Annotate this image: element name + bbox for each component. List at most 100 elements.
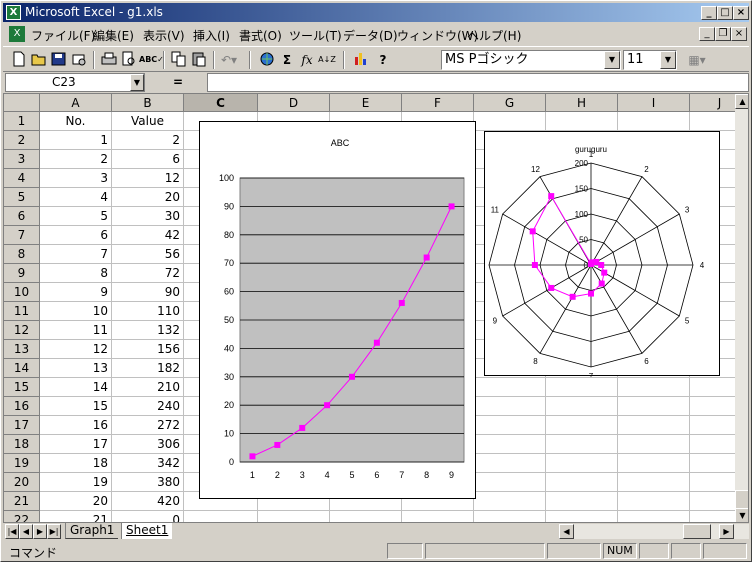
print-icon[interactable] [99,51,119,69]
scroll-left-icon[interactable]: ◀ [559,524,574,539]
cell-no[interactable]: 10 [40,302,112,321]
chevron-down-icon[interactable]: ▼ [660,51,676,69]
formula-input[interactable] [207,73,749,92]
hscroll-thumb[interactable] [683,524,711,539]
horizontal-scrollbar[interactable]: ◀ ▶ [559,524,749,539]
formula-equals[interactable]: = [153,73,203,92]
print-preview-icon[interactable] [119,51,139,69]
scroll-right-icon[interactable]: ▶ [719,524,734,539]
grid-cell[interactable] [618,112,690,131]
grid-cell[interactable] [474,378,546,397]
cell-no[interactable]: 13 [40,359,112,378]
grid-cell[interactable] [474,473,546,492]
cell-no[interactable]: 21 [40,511,112,522]
grid-cell[interactable] [474,416,546,435]
row-header[interactable]: 21 [4,492,40,511]
grid-cell[interactable] [546,511,618,522]
grid-cell[interactable] [618,397,690,416]
row-header[interactable]: 10 [4,283,40,302]
cell-value[interactable]: 342 [112,454,184,473]
cell-value[interactable]: 30 [112,207,184,226]
last-tab-icon[interactable]: ▶| [47,524,61,539]
row-header[interactable]: 12 [4,321,40,340]
prev-tab-icon[interactable]: ◀ [19,524,33,539]
autosum-icon[interactable]: Σ [277,51,297,69]
column-header-b[interactable]: B [112,94,184,112]
next-tab-icon[interactable]: ▶ [33,524,47,539]
grid-cell[interactable] [402,511,474,522]
cell-no[interactable]: 11 [40,321,112,340]
vertical-scrollbar[interactable]: ▲ ▼ [735,94,748,522]
cell-no[interactable]: 15 [40,397,112,416]
grid-cell[interactable] [546,454,618,473]
grid-cell[interactable] [618,454,690,473]
tab-sheet1[interactable]: Sheet1 [121,523,173,539]
cell-value[interactable]: 272 [112,416,184,435]
doc-minimize-button[interactable]: _ [699,27,715,41]
row-header[interactable]: 1 [4,112,40,131]
cell-no[interactable]: 4 [40,188,112,207]
column-header-g[interactable]: G [474,94,546,112]
cell-value[interactable]: 110 [112,302,184,321]
grid-cell[interactable] [330,511,402,522]
grid-cell[interactable] [474,511,546,522]
help-icon[interactable]: ? [373,51,393,69]
menu-help[interactable]: ヘルプ(H) [467,27,521,44]
column-header-i[interactable]: I [618,94,690,112]
cell-no[interactable]: 5 [40,207,112,226]
header-cell-no[interactable]: No. [40,112,112,131]
paste-icon[interactable] [189,51,209,69]
hyperlink-icon[interactable] [257,51,277,69]
menu-data[interactable]: データ(D) [343,27,398,44]
cell-no[interactable]: 16 [40,416,112,435]
workbook-icon[interactable]: X [9,26,25,42]
cell-value[interactable]: 42 [112,226,184,245]
cell-value[interactable]: 306 [112,435,184,454]
grid-cell[interactable] [184,511,258,522]
row-header[interactable]: 4 [4,169,40,188]
select-all-corner[interactable] [4,94,40,112]
function-icon[interactable]: fx [297,51,317,69]
cell-no[interactable]: 7 [40,245,112,264]
name-box[interactable]: C23 ▼ [5,73,145,92]
grid-cell[interactable] [474,435,546,454]
open-icon[interactable] [29,51,49,69]
row-header[interactable]: 20 [4,473,40,492]
header-cell-value[interactable]: Value [112,112,184,131]
grid-cell[interactable] [618,416,690,435]
permission-icon[interactable] [69,51,89,69]
row-header[interactable]: 7 [4,226,40,245]
grid-cell[interactable] [474,492,546,511]
cell-no[interactable]: 20 [40,492,112,511]
grid-cell[interactable] [618,511,690,522]
scroll-thumb[interactable] [735,490,748,510]
grid-cell[interactable] [546,416,618,435]
grid-cell[interactable] [546,397,618,416]
excel-app-icon[interactable]: X [6,5,21,20]
grid-cell[interactable] [546,378,618,397]
cell-value[interactable]: 2 [112,131,184,150]
doc-restore-button[interactable]: ❐ [715,27,731,41]
cell-value[interactable]: 420 [112,492,184,511]
cell-no[interactable]: 12 [40,340,112,359]
cell-value[interactable]: 156 [112,340,184,359]
doc-close-button[interactable]: × [731,27,747,41]
row-header[interactable]: 14 [4,359,40,378]
cell-no[interactable]: 2 [40,150,112,169]
font-size-select[interactable]: 11 ▼ [623,50,677,70]
new-icon[interactable] [9,51,29,69]
spelling-icon[interactable]: ABC✓ [139,51,164,69]
menu-format[interactable]: 書式(O) [239,27,282,44]
row-header[interactable]: 17 [4,416,40,435]
close-button[interactable]: × [733,6,749,20]
row-header[interactable]: 9 [4,264,40,283]
cell-no[interactable]: 9 [40,283,112,302]
menu-view[interactable]: 表示(V) [143,27,185,44]
column-header-c[interactable]: C [184,94,258,112]
row-header[interactable]: 16 [4,397,40,416]
grid-cell[interactable] [618,473,690,492]
grid-cell[interactable] [618,378,690,397]
cell-no[interactable]: 19 [40,473,112,492]
column-header-a[interactable]: A [40,94,112,112]
grid-cell[interactable] [546,435,618,454]
